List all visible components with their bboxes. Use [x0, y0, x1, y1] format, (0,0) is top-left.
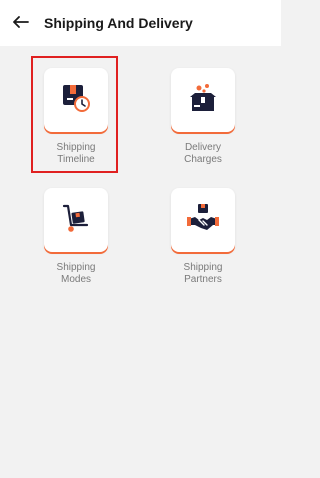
tile-card[interactable] — [171, 68, 235, 132]
tile-label: Shipping Modes — [56, 262, 96, 285]
shipping-modes-icon — [59, 201, 93, 240]
tile-label: Delivery Charges — [184, 142, 222, 165]
page-title: Shipping And Delivery — [44, 15, 193, 31]
tile-label: Shipping Timeline — [56, 142, 96, 165]
shipping-timeline-icon — [59, 81, 93, 120]
shipping-partners-icon — [186, 201, 220, 240]
tile-card[interactable] — [44, 188, 108, 252]
tile-card[interactable] — [171, 188, 235, 252]
delivery-charges-icon — [186, 81, 220, 120]
tile-label: Shipping Partners — [183, 262, 223, 285]
back-arrow-icon[interactable] — [12, 13, 30, 31]
tile-card[interactable] — [44, 68, 108, 132]
app-header: Shipping And Delivery — [0, 0, 281, 46]
